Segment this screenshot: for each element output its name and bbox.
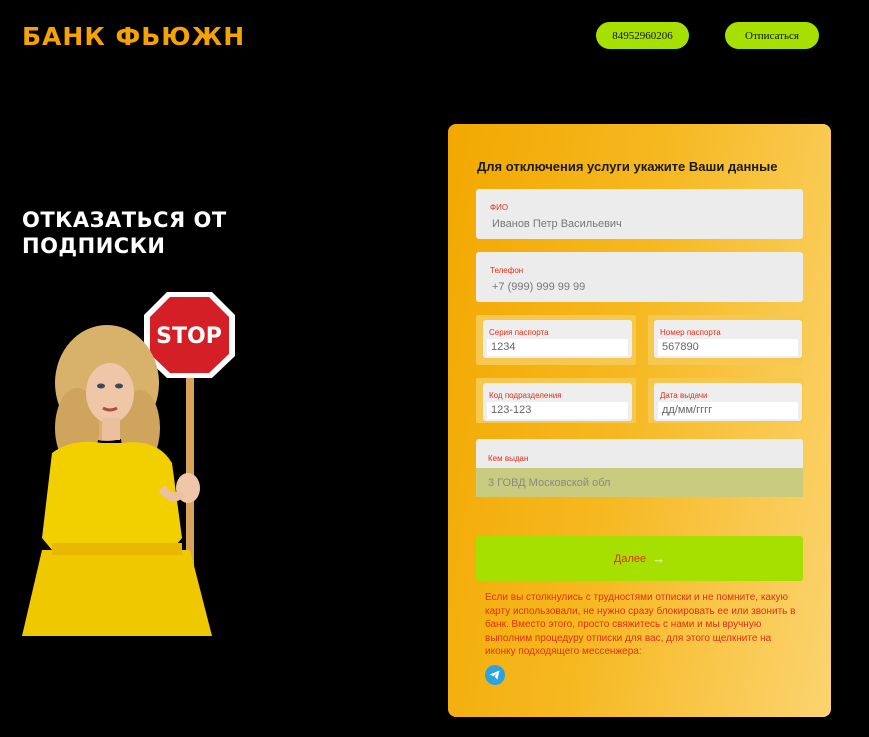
help-text: Если вы столкнулись с трудностями отписк… — [485, 592, 796, 657]
next-button-label: Далее — [613, 552, 647, 565]
woman-with-stop-sign-image: STOP — [22, 292, 235, 636]
issued-by-field[interactable]: Кем выдан 3 ГОВД Московской обл — [476, 439, 803, 497]
unsubscribe-form-card: Для отключения услуги укажите Ваши данны… — [448, 124, 831, 717]
form-title: Для отключения услуги укажите Ваши данны… — [477, 159, 778, 174]
stop-sign-text: STOP — [156, 324, 222, 349]
issue-date-label: Дата выдачи — [660, 391, 708, 400]
passport-series-placeholder: 1234 — [491, 341, 516, 353]
passport-number-input[interactable]: 567890 — [658, 339, 798, 356]
division-code-input[interactable]: 123-123 — [487, 402, 628, 419]
passport-number-field[interactable]: Номер паспорта 567890 — [654, 320, 802, 358]
issue-date-input[interactable]: дд/мм/гггг — [658, 402, 798, 419]
issue-date-placeholder: дд/мм/гггг — [662, 404, 713, 416]
logo-text: БАНК ФЬЮЖН — [22, 22, 246, 51]
division-code-placeholder: 123-123 — [491, 404, 532, 416]
issue-date-field[interactable]: Дата выдачи дд/мм/гггг — [654, 383, 802, 421]
next-button[interactable]: Далее → — [476, 536, 803, 581]
passport-number-placeholder: 567890 — [662, 341, 699, 353]
phone-input[interactable]: +7 (999) 999 99 99 — [492, 281, 585, 293]
telegram-icon[interactable] — [485, 665, 505, 685]
issued-by-label: Кем выдан — [488, 454, 529, 463]
bank-logo[interactable]: БАНК ФЬЮЖН — [22, 22, 245, 51]
arrow-right-icon: → — [652, 551, 666, 566]
fio-input[interactable]: Иванов Петр Васильевич — [492, 218, 622, 230]
passport-series-label: Серия паспорта — [489, 328, 549, 337]
passport-series-input[interactable]: 1234 — [487, 339, 628, 356]
division-code-field[interactable]: Код подразделения 123-123 — [483, 383, 632, 421]
phone-button[interactable]: 84952960206 — [596, 22, 689, 49]
fio-label: ФИО — [490, 203, 509, 212]
issued-by-input[interactable]: 3 ГОВД Московской обл — [476, 468, 803, 497]
division-code-label: Код подразделения — [489, 391, 562, 400]
unsubscribe-button[interactable]: Отписаться — [725, 22, 819, 49]
phone-label: Телефон — [490, 266, 524, 275]
issued-by-placeholder: 3 ГОВД Московской обл — [488, 477, 611, 489]
page-title: ОТКАЗАТЬСЯ ОТ ПОДПИСКИ — [22, 208, 227, 258]
phone-field[interactable]: Телефон +7 (999) 999 99 99 — [476, 252, 803, 302]
passport-series-field[interactable]: Серия паспорта 1234 — [483, 320, 632, 358]
passport-number-label: Номер паспорта — [660, 328, 721, 337]
fio-field[interactable]: ФИО Иванов Петр Васильевич — [476, 189, 803, 239]
